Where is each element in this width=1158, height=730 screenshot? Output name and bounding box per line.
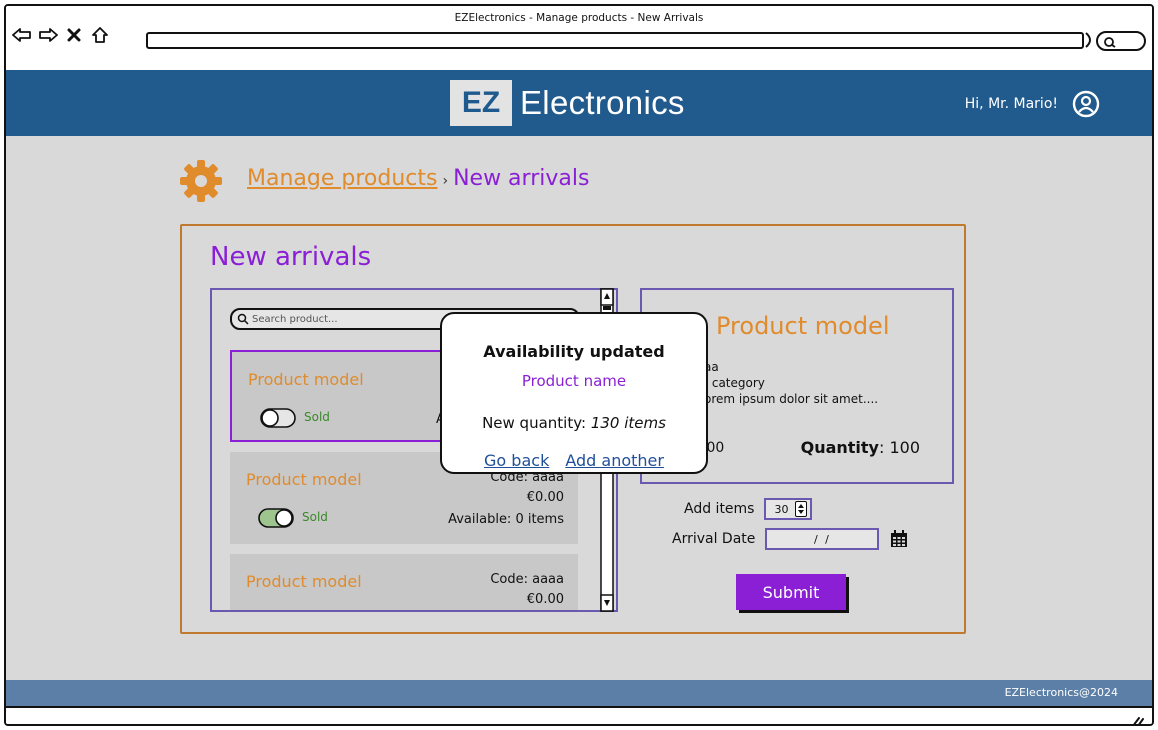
dialog-product-name: Product name: [521, 372, 627, 390]
browser-window: EZElectronics - Manage products - New Ar…: [4, 4, 1154, 726]
product-price: €0.00: [526, 490, 564, 505]
search-icon: [237, 313, 249, 325]
forward-icon[interactable]: [38, 24, 58, 46]
arrival-date-label: Arrival Date: [672, 531, 756, 547]
dialog-new-quantity: New quantity: 130 items: [442, 414, 706, 432]
address-bar[interactable]: [146, 32, 1084, 49]
availability-updated-dialog: Availability updated Product name New qu…: [440, 312, 708, 474]
sold-label: Sold: [302, 510, 328, 524]
logo-text: Electronics: [520, 84, 685, 121]
arrival-date-row: Arrival Date / /: [672, 528, 909, 550]
qty-value: 130 items: [590, 414, 666, 432]
arrival-date-input[interactable]: / /: [765, 528, 880, 550]
detail-title: Product model: [716, 312, 890, 340]
product-model: Product model: [246, 470, 362, 489]
stepper-arrows-icon[interactable]: [795, 501, 808, 517]
app-footer: EZElectronics@2024: [6, 680, 1152, 706]
breadcrumb: Manage products › New arrivals: [247, 166, 589, 191]
gear-icon: [178, 158, 224, 204]
product-price: €0.00: [526, 592, 564, 607]
sold-toggle[interactable]: [260, 408, 296, 428]
window-title: EZElectronics - Manage products - New Ar…: [454, 12, 704, 24]
resize-handle-icon[interactable]: [1130, 712, 1144, 724]
quantity-label: Quantity: [800, 438, 879, 457]
breadcrumb-manage-products[interactable]: Manage products: [247, 166, 437, 191]
quantity-value: : 100: [878, 438, 920, 457]
add-items-stepper[interactable]: 30: [764, 498, 813, 520]
qty-prefix: New quantity:: [482, 414, 591, 432]
product-code: Code: aaaa: [490, 572, 564, 587]
dialog-title: Availability updated: [483, 342, 665, 361]
detail-description: orem ipsum dolor sit amet....: [704, 392, 879, 406]
calendar-icon[interactable]: [889, 529, 909, 549]
panel-title: New arrivals: [210, 242, 372, 272]
browser-nav: [12, 24, 110, 46]
add-another-link[interactable]: Add another: [565, 451, 664, 470]
add-items-row: Add items 30: [684, 498, 813, 520]
footer-copyright: EZElectronics@2024: [1004, 686, 1118, 699]
product-model: Product model: [246, 572, 362, 591]
sold-label: Sold: [304, 410, 330, 424]
go-back-link[interactable]: Go back: [484, 451, 549, 470]
breadcrumb-current: New arrivals: [453, 166, 590, 191]
product-model: Product model: [248, 370, 364, 389]
submit-button[interactable]: Submit: [736, 574, 846, 610]
detail-quantity: Quantity: 100: [801, 438, 920, 457]
app-header: EZ Electronics Hi, Mr. Mario!: [6, 70, 1152, 136]
home-icon[interactable]: [90, 24, 110, 46]
close-icon[interactable]: [64, 24, 84, 46]
browser-titlebar: EZElectronics - Manage products - New Ar…: [6, 6, 1152, 70]
search-placeholder: Search product...: [252, 313, 338, 325]
user-circle-icon[interactable]: [1072, 90, 1100, 118]
product-card[interactable]: Product model Code: aaaa €0.00: [230, 554, 578, 610]
logo-mark: EZ: [450, 80, 512, 126]
detail-category: : category: [704, 376, 765, 390]
sold-toggle[interactable]: [258, 508, 294, 528]
logo[interactable]: EZ Electronics: [450, 80, 685, 126]
add-items-value: 30: [774, 502, 789, 516]
address-bar-end: [1084, 29, 1096, 51]
availability: Available: 0 items: [448, 512, 564, 527]
search-icon: [1103, 35, 1116, 48]
browser-statusbar: [6, 706, 1152, 724]
user-greeting: Hi, Mr. Mario!: [964, 96, 1058, 112]
add-items-label: Add items: [684, 501, 755, 517]
breadcrumb-separator: ›: [442, 173, 449, 189]
browser-search[interactable]: [1096, 31, 1146, 51]
dialog-actions: Go back Add another: [442, 451, 706, 470]
back-icon[interactable]: [12, 24, 32, 46]
